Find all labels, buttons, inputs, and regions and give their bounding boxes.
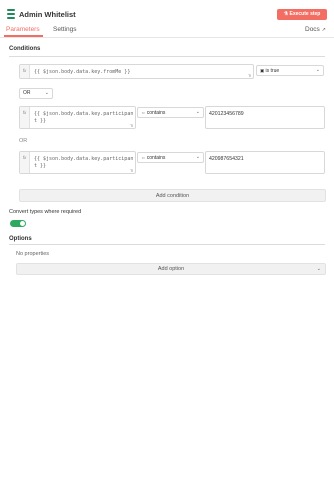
condition-3-expression-line1: {{ $json.body.data.key.participan <box>34 156 134 162</box>
execute-step-button[interactable]: ⚗ Execute step <box>277 9 327 20</box>
chevron-down-icon: ⌄ <box>44 90 49 96</box>
add-option-label: Add option <box>157 266 185 272</box>
chevron-down-icon: ⌄ <box>195 109 200 115</box>
external-link-icon: ↗ <box>321 27 326 33</box>
fx-icon: fx <box>20 107 30 128</box>
convert-types-toggle[interactable] <box>10 220 26 227</box>
type-tag: Ti <box>248 73 252 78</box>
combinator-value: OR <box>23 90 31 96</box>
options-label: Options <box>9 236 32 242</box>
chevron-down-icon: ⌄ <box>316 266 321 272</box>
condition-1-operator: is true <box>265 68 280 74</box>
fx-icon: fx <box>20 65 30 78</box>
condition-3-left-value[interactable]: fx {{ $json.body.data.key.participan t }… <box>19 151 136 174</box>
node-header: Admin Whitelist ⚗ Execute step Parameter… <box>0 0 334 38</box>
condition-1-operator-select[interactable]: ▣ is true ⌄ <box>256 65 324 76</box>
condition-1-expression: {{ $json.body.data.key.fromMe }} <box>34 69 131 75</box>
condition-3-operator-select[interactable]: ⇔ contains ⌄ <box>137 152 204 163</box>
fx-icon: fx <box>20 152 30 173</box>
docs-label: Docs <box>305 26 320 33</box>
condition-3-value: 420987654321 <box>209 156 244 162</box>
condition-2-expression-line1: {{ $json.body.data.key.participan <box>34 111 134 117</box>
condition-3-right-value[interactable]: 420987654321 <box>205 151 325 174</box>
type-tag: Ti <box>130 123 134 128</box>
options-divider <box>9 244 325 245</box>
combinator-select[interactable]: OR ⌄ <box>19 88 53 99</box>
no-properties-text: No properties <box>16 251 50 257</box>
type-tag: Ti <box>130 168 134 173</box>
tab-parameters[interactable]: Parameters <box>6 26 40 33</box>
condition-2-operator-select[interactable]: ⇔ contains ⌄ <box>137 107 204 118</box>
conditions-label: Conditions <box>9 46 41 52</box>
condition-2-right-value[interactable]: 420123456789 <box>205 106 325 129</box>
condition-2-expression-line2: t }} <box>34 118 47 124</box>
execute-step-label: Execute step <box>289 11 321 17</box>
add-condition-button[interactable]: Add condition <box>19 189 326 202</box>
conditions-divider <box>9 56 325 57</box>
toggle-knob <box>20 221 25 226</box>
stack-icon <box>7 9 15 19</box>
tab-settings[interactable]: Settings <box>53 26 77 33</box>
chevron-down-icon: ⌄ <box>195 154 200 160</box>
or-separator: OR <box>19 138 28 144</box>
chevron-down-icon: ⌄ <box>315 67 320 73</box>
condition-2-left-value[interactable]: fx {{ $json.body.data.key.participan t }… <box>19 106 136 129</box>
condition-3-operator: contains <box>146 155 166 161</box>
condition-1-left-value[interactable]: fx {{ $json.body.data.key.fromMe }} Ti <box>19 64 254 79</box>
add-option-button[interactable]: Add option ⌄ <box>16 263 326 275</box>
node-title[interactable]: Admin Whitelist <box>19 10 76 19</box>
docs-link[interactable]: Docs ↗ <box>305 26 326 33</box>
condition-2-value: 420123456789 <box>209 111 244 117</box>
condition-2-operator: contains <box>146 110 166 116</box>
condition-3-expression-line2: t }} <box>34 163 47 169</box>
active-tab-indicator <box>4 35 43 37</box>
convert-types-label: Convert types where required <box>9 209 82 215</box>
